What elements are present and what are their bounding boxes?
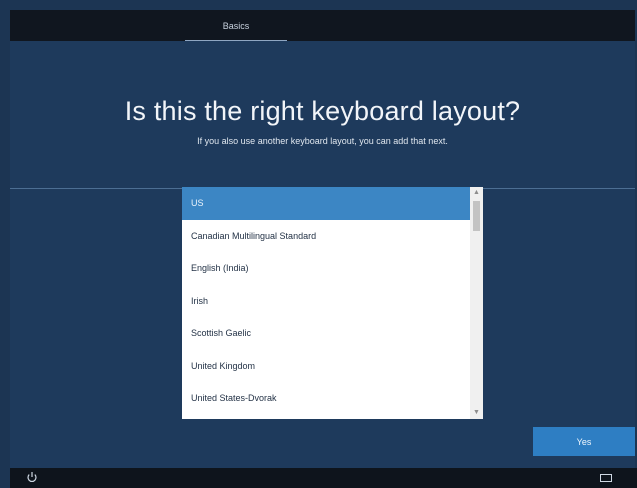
- tab-underline: [185, 40, 287, 41]
- page-subtitle: If you also use another keyboard layout,…: [197, 136, 448, 146]
- tab-basics-label: Basics: [222, 20, 250, 31]
- list-item-canadian-multilingual[interactable]: Canadian Multilingual Standard: [182, 220, 470, 253]
- scroll-down-icon[interactable]: ▼: [470, 407, 483, 419]
- keyboard-icon[interactable]: [600, 474, 612, 482]
- page-title: Is this the right keyboard layout?: [124, 96, 521, 126]
- list-item-irish[interactable]: Irish: [182, 285, 470, 318]
- bottom-bar: [10, 468, 637, 488]
- scrollbar[interactable]: ▲ ▼: [470, 187, 483, 419]
- list-item-united-kingdom[interactable]: United Kingdom: [182, 350, 470, 383]
- scroll-up-icon[interactable]: ▲: [470, 187, 483, 199]
- list-item-us-dvorak[interactable]: United States-Dvorak: [182, 382, 470, 415]
- keyboard-layout-list[interactable]: US Canadian Multilingual Standard Englis…: [182, 187, 483, 419]
- list-item-english-india[interactable]: English (India): [182, 252, 470, 285]
- tab-basics: Basics: [177, 10, 295, 41]
- top-bar: Basics: [10, 10, 635, 41]
- list-item-scottish-gaelic[interactable]: Scottish Gaelic: [182, 317, 470, 350]
- scroll-thumb[interactable]: [473, 201, 480, 231]
- oobe-screen: Basics Is this the right keyboard layout…: [10, 10, 635, 468]
- layout-options: US Canadian Multilingual Standard Englis…: [182, 187, 470, 415]
- list-item-us[interactable]: US: [182, 187, 470, 220]
- accessibility-icon[interactable]: [26, 471, 38, 483]
- yes-button[interactable]: Yes: [533, 427, 635, 456]
